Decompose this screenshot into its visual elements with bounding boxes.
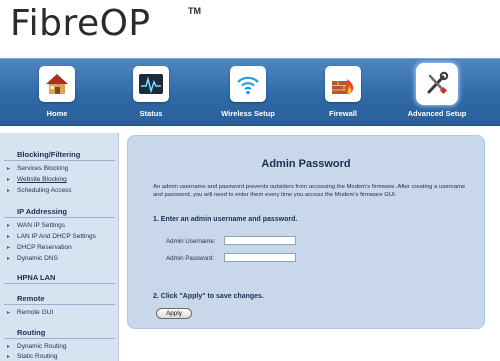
sidebar-divider bbox=[4, 304, 115, 305]
sidebar-heading-routing: Routing bbox=[17, 328, 46, 337]
tools-icon bbox=[419, 66, 455, 102]
sidebar-item-remote-gui[interactable]: ▸ Remote GUI bbox=[7, 309, 53, 316]
sidebar-heading-ip-addressing: IP Addressing bbox=[17, 207, 68, 216]
status-monitor-icon bbox=[133, 66, 169, 102]
sidebar-item-dynamic-routing[interactable]: ▸ Dynamic Routing bbox=[7, 343, 67, 350]
admin-password-panel: Admin Password An admin username and pas… bbox=[127, 135, 485, 329]
sidebar-divider bbox=[4, 217, 115, 218]
arrow-right-icon: ▸ bbox=[7, 245, 11, 251]
nav-advanced-setup[interactable]: Advanced Setup bbox=[392, 59, 482, 125]
apply-button[interactable]: Apply bbox=[156, 308, 192, 319]
arrow-right-icon: ▸ bbox=[7, 344, 11, 350]
trademark-mark: TM bbox=[188, 6, 201, 16]
sidebar-item-scheduling-access[interactable]: ▸ Scheduling Access bbox=[7, 187, 72, 194]
admin-password-input[interactable] bbox=[224, 253, 296, 262]
sidebar-divider bbox=[4, 160, 115, 161]
brand-name: FibreOP bbox=[10, 3, 151, 44]
admin-username-input[interactable] bbox=[224, 236, 296, 245]
sidebar-divider bbox=[4, 283, 115, 284]
firewall-icon bbox=[325, 66, 361, 102]
arrow-right-icon: ▸ bbox=[7, 354, 11, 360]
nav-firewall-label: Firewall bbox=[329, 109, 357, 118]
arrow-right-icon: ▸ bbox=[7, 177, 11, 183]
wireless-icon bbox=[230, 66, 266, 102]
arrow-right-icon: ▸ bbox=[7, 166, 11, 172]
step-1-heading: 1. Enter an admin username and password. bbox=[153, 216, 298, 223]
nav-status[interactable]: Status bbox=[106, 59, 196, 125]
arrow-right-icon: ▸ bbox=[7, 256, 11, 262]
page-description: An admin username and password prevents … bbox=[153, 184, 466, 198]
sidebar-heading-blocking-filtering: Blocking/Filtering bbox=[17, 150, 81, 159]
sidebar-item-wan-ip-settings[interactable]: ▸ WAN IP Settings bbox=[7, 222, 65, 229]
arrow-right-icon: ▸ bbox=[7, 234, 11, 240]
nav-wireless-setup[interactable]: Wireless Setup bbox=[203, 59, 293, 125]
arrow-right-icon: ▸ bbox=[7, 188, 11, 194]
step-2-heading: 2. Click "Apply" to save changes. bbox=[153, 293, 264, 300]
sidebar-item-lan-ip-dhcp-settings[interactable]: ▸ LAN IP And DHCP Settings bbox=[7, 233, 96, 240]
home-icon bbox=[39, 66, 75, 102]
nav-wireless-setup-label: Wireless Setup bbox=[221, 109, 275, 118]
sidebar: Blocking/Filtering ▸ Services Blocking ▸ W… bbox=[0, 133, 119, 361]
nav-firewall[interactable]: Firewall bbox=[298, 59, 388, 125]
sidebar-item-static-routing[interactable]: ▸ Static Routing bbox=[7, 353, 57, 360]
sidebar-item-website-blocking[interactable]: ▸ Website Blocking bbox=[7, 176, 67, 183]
sidebar-item-dhcp-reservation[interactable]: ▸ DHCP Reservation bbox=[7, 244, 72, 251]
nav-advanced-setup-label: Advanced Setup bbox=[407, 109, 467, 118]
fibreop-logo: FibreOP TM bbox=[10, 3, 201, 44]
sidebar-heading-hpna-lan[interactable]: HPNA LAN bbox=[17, 273, 55, 282]
admin-username-label: Admin Username: bbox=[166, 238, 216, 245]
sidebar-item-dynamic-dns[interactable]: ▸ Dynamic DNS bbox=[7, 255, 58, 262]
sidebar-divider bbox=[4, 338, 115, 339]
admin-password-label: Admin Password: bbox=[166, 255, 215, 262]
sidebar-heading-remote: Remote bbox=[17, 294, 45, 303]
nav-home-label: Home bbox=[46, 109, 68, 118]
sidebar-item-services-blocking[interactable]: ▸ Services Blocking bbox=[7, 165, 68, 172]
page-title: Admin Password bbox=[261, 158, 351, 170]
arrow-right-icon: ▸ bbox=[7, 310, 11, 316]
arrow-right-icon: ▸ bbox=[7, 223, 11, 229]
main-nav: Home Status Wireless Setup Firewall Adva… bbox=[0, 58, 500, 126]
nav-status-label: Status bbox=[139, 109, 163, 118]
nav-home[interactable]: Home bbox=[12, 59, 102, 125]
